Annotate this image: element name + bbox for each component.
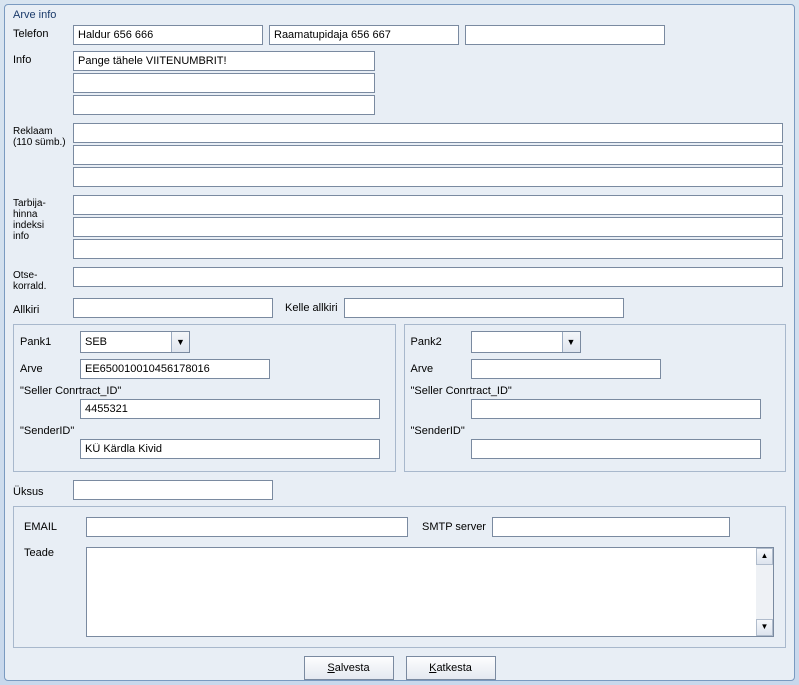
label-kelle-allkiri: Kelle allkiri <box>279 302 344 314</box>
arve1-input[interactable] <box>80 359 270 379</box>
button-row: Salvesta Katkesta <box>13 656 786 680</box>
info-stack <box>73 51 375 117</box>
otsekorrald-input[interactable] <box>73 267 783 287</box>
salvesta-button[interactable]: Salvesta <box>304 656 394 680</box>
label-email: EMAIL <box>24 521 86 533</box>
allkiri-input[interactable] <box>73 298 273 318</box>
bank2-group: Pank2 ▼ Arve "Seller Conrtract_ID" <box>404 324 787 472</box>
reklaam-1-input[interactable] <box>73 123 783 143</box>
label-tarbija: Tarbija- hinna indeksi info <box>13 195 73 242</box>
label-arve1: Arve <box>20 363 80 375</box>
label-allkiri: Allkiri <box>13 301 73 316</box>
label-teade: Teade <box>24 547 86 559</box>
chevron-down-icon: ▼ <box>176 337 185 347</box>
label-seller2: "Seller Conrtract_ID" <box>411 385 780 397</box>
label-info: Info <box>13 51 73 66</box>
pank1-combo[interactable]: ▼ <box>80 331 190 353</box>
row-email: EMAIL SMTP server <box>24 517 775 537</box>
tarbija-3-input[interactable] <box>73 239 783 259</box>
row-info: Info <box>13 51 786 117</box>
kelle-allkiri-input[interactable] <box>344 298 624 318</box>
reklaam-stack <box>73 123 783 189</box>
bank1-group: Pank1 ▼ Arve "Seller Conrtract_ID" <box>13 324 396 472</box>
telefon-3-input[interactable] <box>465 25 665 45</box>
info-3-input[interactable] <box>73 95 375 115</box>
label-smtp: SMTP server <box>414 521 492 533</box>
row-tarbija: Tarbija- hinna indeksi info <box>13 195 786 261</box>
seller1-input[interactable] <box>80 399 380 419</box>
banks-row: Pank1 ▼ Arve "Seller Conrtract_ID" <box>13 324 786 472</box>
arve2-input[interactable] <box>471 359 661 379</box>
telefon-2-input[interactable] <box>269 25 459 45</box>
pank2-combo[interactable]: ▼ <box>471 331 581 353</box>
tarbija-stack <box>73 195 783 261</box>
label-otsekorrald: Otse- korrald. <box>13 267 73 292</box>
arve-info-window: Arve info Telefon Info Reklaam (110 sümb… <box>4 4 795 681</box>
chevron-down-icon: ▼ <box>567 337 576 347</box>
katkesta-button[interactable]: Katkesta <box>406 656 496 680</box>
label-sender1: "SenderID" <box>20 425 389 437</box>
info-2-input[interactable] <box>73 73 375 93</box>
form-body: Telefon Info Reklaam (110 sümb.) <box>5 23 794 681</box>
uksus-input[interactable] <box>73 480 273 500</box>
email-group: EMAIL SMTP server Teade ▲ ▼ <box>13 506 786 648</box>
label-reklaam-sub: (110 sümb.) <box>13 137 66 148</box>
pank2-combo-input[interactable] <box>472 332 562 352</box>
seller2-input[interactable] <box>471 399 761 419</box>
scroll-up-button[interactable]: ▲ <box>756 548 773 565</box>
label-reklaam-text: Reklaam <box>13 126 52 137</box>
reklaam-3-input[interactable] <box>73 167 783 187</box>
tarbija-2-input[interactable] <box>73 217 783 237</box>
row-telefon: Telefon <box>13 25 786 45</box>
row-reklaam: Reklaam (110 sümb.) <box>13 123 786 189</box>
reklaam-2-input[interactable] <box>73 145 783 165</box>
telefon-1-input[interactable] <box>73 25 263 45</box>
row-allkiri: Allkiri Kelle allkiri <box>13 298 786 318</box>
teade-wrap: ▲ ▼ <box>86 547 774 637</box>
label-sender2: "SenderID" <box>411 425 780 437</box>
pank2-dropdown-button[interactable]: ▼ <box>562 332 580 352</box>
label-uksus: Üksus <box>13 483 73 498</box>
label-pank2: Pank2 <box>411 336 471 348</box>
pank1-dropdown-button[interactable]: ▼ <box>171 332 189 352</box>
label-telefon: Telefon <box>13 25 73 40</box>
smtp-input[interactable] <box>492 517 730 537</box>
tarbija-1-input[interactable] <box>73 195 783 215</box>
label-arve2: Arve <box>411 363 471 375</box>
row-teade: Teade ▲ ▼ <box>24 547 775 637</box>
row-uksus: Üksus <box>13 480 786 500</box>
teade-scrollbar[interactable]: ▲ ▼ <box>756 548 773 636</box>
teade-textarea[interactable] <box>87 548 757 636</box>
row-otsekorrald: Otse- korrald. <box>13 267 786 292</box>
sender1-input[interactable] <box>80 439 380 459</box>
label-seller1: "Seller Conrtract_ID" <box>20 385 389 397</box>
label-reklaam: Reklaam (110 sümb.) <box>13 123 73 148</box>
scroll-down-button[interactable]: ▼ <box>756 619 773 636</box>
email-input[interactable] <box>86 517 408 537</box>
sender2-input[interactable] <box>471 439 761 459</box>
info-1-input[interactable] <box>73 51 375 71</box>
window-title: Arve info <box>5 5 794 23</box>
pank1-combo-input[interactable] <box>81 332 171 352</box>
label-pank1: Pank1 <box>20 336 80 348</box>
